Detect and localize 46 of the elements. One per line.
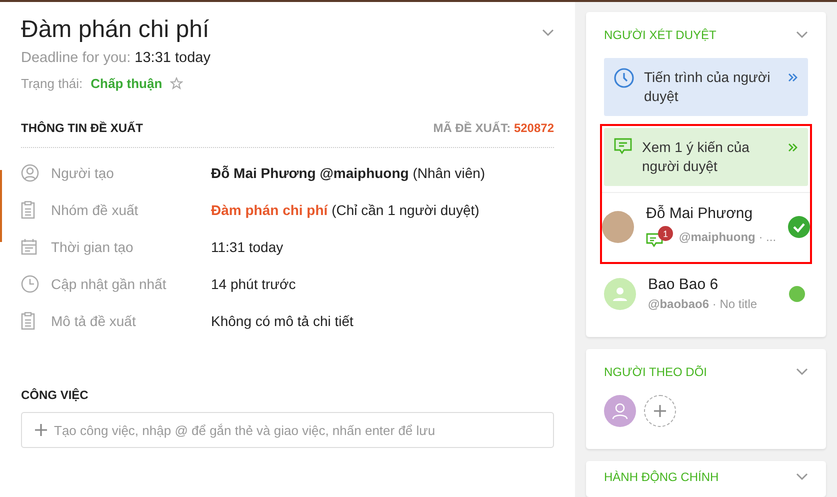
double-chevron-icon [788,73,798,82]
star-icon[interactable] [170,77,184,90]
proposal-code-label: MÃ ĐỀ XUẤT: [433,121,511,135]
approver-handle: @maiphuong · ... [679,230,776,244]
follower-avatar-icon [604,395,636,427]
status-value: Chấp thuận [90,76,162,91]
field-value: Đỗ Mai Phương @maiphuong (Nhân viên) [211,165,486,181]
field-label: Nhóm đề xuất [51,202,140,218]
approver-handle: @baobao6 · No title [648,297,758,311]
view-comments-link[interactable]: Xem 1 ý kiến của người duyệt [604,128,808,186]
field-value: 14 phút trước [211,276,296,292]
field-label: Người tạo [51,165,115,181]
comment-icon [614,138,632,156]
calendar-icon [21,239,37,255]
field-label: Thời gian tạo [51,239,134,255]
chevron-icon[interactable] [796,368,808,376]
deadline-value: 13:31 today [134,50,210,66]
task-input-field[interactable]: Tạo công việc, nhập @ để gắn thẻ và giao việc, nhấn enter để lưu [21,412,554,448]
clipboard-icon [21,312,35,330]
chevron-icon[interactable] [542,29,554,37]
field-value: 11:31 today [211,239,284,255]
card-heading: HÀNH ĐỘNG CHÍNH [604,470,719,484]
chevron-icon[interactable] [796,31,808,39]
plus-icon [654,405,666,417]
clipboard-icon [21,201,35,219]
clock-icon [21,275,39,293]
approval-progress-link[interactable]: Tiến trình của người duyệt [604,58,808,116]
proposal-title: Đàm phán chi phí [21,16,210,44]
chevron-icon[interactable] [796,473,808,481]
clock-icon [614,68,634,88]
card-heading: NGƯỜI THEO DÕI [604,365,707,379]
section-heading: CÔNG VIỆC [21,388,90,402]
field-label: Cập nhật gần nhất [51,276,168,292]
person-icon [21,164,39,182]
field-value: Không có mô tả chi tiết [211,313,354,329]
card-heading: NGƯỜI XÉT DUYỆT [604,28,716,42]
proposal-code: 520872 [514,121,554,135]
field-label: Mô tả đề xuất [51,313,137,329]
field-value: Đàm phán chi phí (Chỉ cần 1 người duyệt) [211,202,480,218]
approver-name: Đỗ Mai Phương [646,205,754,222]
approver-name: Bao Bao 6 [648,276,720,293]
deadline-label: Deadline for you: [21,50,131,66]
plus-icon [35,424,47,436]
status-label: Trạng thái: [21,76,83,91]
double-chevron-icon [788,143,798,152]
section-heading: THÔNG TIN ĐỀ XUẤT [21,121,143,135]
